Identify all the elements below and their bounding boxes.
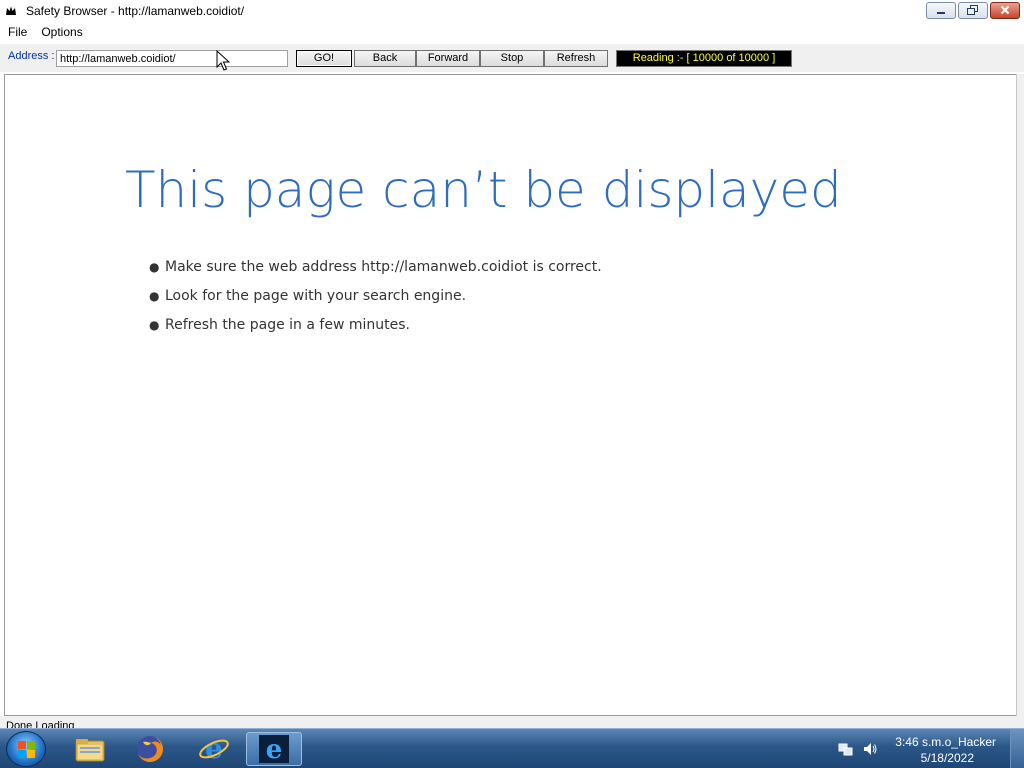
go-button[interactable]: GO! <box>296 50 352 67</box>
logo-quad <box>27 741 35 749</box>
status-text: Done Loading <box>6 720 75 728</box>
suggestion-text: Refresh the page in a few minutes. <box>165 317 410 333</box>
suggestion-text: Look for the page with your search engin… <box>165 288 467 304</box>
minimize-button[interactable] <box>926 2 956 19</box>
windows-logo-icon <box>18 741 36 759</box>
svg-text:e: e <box>266 735 283 764</box>
page-content: This page can’t be displayed ● Make sure … <box>4 74 1016 716</box>
back-button[interactable]: Back <box>354 50 416 67</box>
status-bar: Done Loading <box>0 716 1024 728</box>
logo-quad <box>18 750 26 758</box>
list-item: ● Make sure the web address http://lamanw… <box>149 257 602 286</box>
window-right-edge <box>1016 74 1024 716</box>
suggestion-text: Make sure the web address http://lamanwe… <box>165 259 602 275</box>
menu-bar: File Options <box>0 22 1024 42</box>
bullet-icon: ● <box>149 260 160 274</box>
bullet-icon: ● <box>149 289 160 303</box>
start-button[interactable] <box>6 731 46 767</box>
minimize-icon <box>936 4 946 18</box>
toolbar: Address : GO! Back Forward Stop Refresh … <box>0 44 1024 72</box>
error-heading: This page can’t be displayed <box>125 161 842 219</box>
close-icon <box>1000 4 1010 18</box>
file-explorer-icon[interactable] <box>62 732 118 766</box>
volume-icon[interactable] <box>862 741 878 757</box>
crown-icon[interactable] <box>4 4 18 18</box>
restore-button[interactable] <box>958 2 988 19</box>
refresh-button[interactable]: Refresh <box>544 50 608 67</box>
window-controls <box>926 2 1020 19</box>
taskbar: e e 3:46 s.m.o_Hacker 5/18/2022 <box>0 728 1024 768</box>
svg-text:e: e <box>205 733 223 765</box>
show-desktop-button[interactable] <box>1010 729 1024 768</box>
bullet-icon: ● <box>149 318 160 332</box>
list-item: ● Refresh the page in a few minutes. <box>149 315 602 344</box>
internet-explorer-icon[interactable]: e <box>186 732 242 766</box>
menu-options[interactable]: Options <box>35 25 88 39</box>
close-button[interactable] <box>990 2 1020 19</box>
network-icon[interactable] <box>838 741 854 757</box>
reading-counter: Reading :- [ 10000 of 10000 ] <box>616 50 792 67</box>
mouse-cursor-icon <box>216 50 230 71</box>
address-input[interactable] <box>56 50 288 67</box>
window-title: Safety Browser - http://lamanweb.coidiot… <box>26 4 245 18</box>
restore-icon <box>967 4 979 18</box>
address-label: Address : <box>8 50 55 62</box>
clock-time[interactable]: 3:46 s.m.o_Hacker <box>895 735 996 749</box>
logo-quad <box>18 741 26 749</box>
error-suggestions: ● Make sure the web address http://lamanw… <box>149 257 602 344</box>
forward-button[interactable]: Forward <box>416 50 480 67</box>
stop-button[interactable]: Stop <box>480 50 544 67</box>
system-tray: 3:46 s.m.o_Hacker 5/18/2022 <box>824 729 1024 768</box>
clock-date[interactable]: 5/18/2022 <box>921 751 974 765</box>
list-item: ● Look for the page with your search engi… <box>149 286 602 315</box>
firefox-icon[interactable] <box>122 732 178 766</box>
safety-browser-icon[interactable]: e <box>246 732 302 766</box>
menu-file[interactable]: File <box>2 25 33 39</box>
title-bar: Safety Browser - http://lamanweb.coidiot… <box>0 0 1024 22</box>
logo-quad <box>27 750 35 758</box>
